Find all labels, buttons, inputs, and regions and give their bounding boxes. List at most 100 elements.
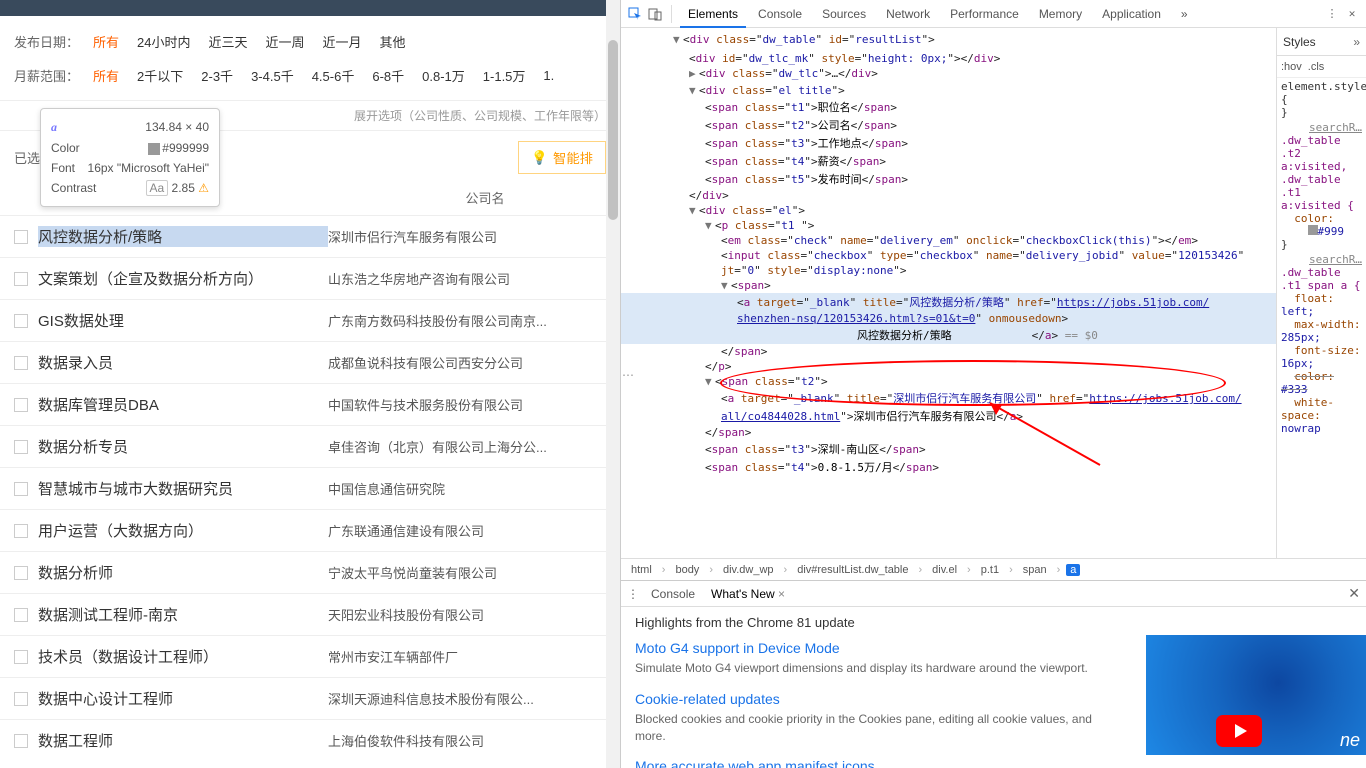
whatsnew-video[interactable]: ne bbox=[1146, 635, 1366, 755]
hov-toggle[interactable]: :hov bbox=[1281, 61, 1302, 73]
publish-opt[interactable]: 所有 bbox=[93, 32, 119, 51]
breadcrumb-item[interactable]: span bbox=[1019, 564, 1051, 576]
salary-opt[interactable]: 所有 bbox=[93, 66, 119, 85]
kebab-menu-icon[interactable]: ⋮ bbox=[627, 587, 639, 601]
close-tab-icon[interactable]: × bbox=[778, 587, 785, 601]
job-checkbox[interactable] bbox=[14, 314, 28, 328]
publish-opt[interactable]: 近一周 bbox=[266, 32, 305, 51]
salary-opt[interactable]: 2千以下 bbox=[137, 66, 183, 85]
job-title[interactable]: 数据库管理员DBA bbox=[38, 394, 328, 415]
job-company[interactable]: 成都鱼说科技有限公司西安分公司 bbox=[328, 353, 523, 372]
job-checkbox[interactable] bbox=[14, 734, 28, 748]
tab-elements[interactable]: Elements bbox=[680, 0, 746, 28]
elements-tree[interactable]: ▼<div class="dw_table" id="resultList"><… bbox=[621, 28, 1276, 558]
publish-opt[interactable]: 近一月 bbox=[323, 32, 362, 51]
job-row[interactable]: 文案策划（企宣及数据分析方向） 山东浩之华房地产咨询有限公司 bbox=[0, 257, 620, 299]
job-title[interactable]: 风控数据分析/策略 bbox=[38, 226, 328, 247]
job-company[interactable]: 广东联通通信建设有限公司 bbox=[328, 521, 484, 540]
job-checkbox[interactable] bbox=[14, 566, 28, 580]
job-row[interactable]: 技术员（数据设计工程师） 常州市安江车辆部件厂 bbox=[0, 635, 620, 677]
job-checkbox[interactable] bbox=[14, 398, 28, 412]
salary-opt[interactable]: 4.5-6千 bbox=[312, 66, 355, 85]
job-title[interactable]: 数据分析专员 bbox=[38, 436, 328, 457]
breadcrumb-item[interactable]: div.el bbox=[928, 564, 961, 576]
job-row[interactable]: 数据中心设计工程师 深圳天源迪科信息技术股份有限公... bbox=[0, 677, 620, 719]
job-title[interactable]: 文案策划（企宣及数据分析方向） bbox=[38, 268, 328, 289]
job-row[interactable]: 智慧城市与城市大数据研究员 中国信息通信研究院 bbox=[0, 467, 620, 509]
device-toggle-icon[interactable] bbox=[647, 6, 663, 22]
job-company[interactable]: 卓佳咨询（北京）有限公司上海分公... bbox=[328, 437, 547, 456]
play-icon[interactable] bbox=[1216, 715, 1262, 747]
salary-opt[interactable]: 6-8千 bbox=[372, 66, 404, 85]
salary-opt[interactable]: 0.8-1万 bbox=[422, 66, 465, 85]
kebab-menu-icon[interactable]: ⋮ bbox=[1324, 6, 1340, 22]
job-row[interactable]: 风控数据分析/策略 深圳市侣行汽车服务有限公司 bbox=[0, 215, 620, 257]
job-title[interactable]: 技术员（数据设计工程师） bbox=[38, 646, 328, 667]
job-title[interactable]: 数据分析师 bbox=[38, 562, 328, 583]
tab-memory[interactable]: Memory bbox=[1031, 0, 1090, 28]
breadcrumb-item[interactable]: div.dw_wp bbox=[719, 564, 778, 576]
job-checkbox[interactable] bbox=[14, 524, 28, 538]
tab-network[interactable]: Network bbox=[878, 0, 938, 28]
job-row[interactable]: 数据分析专员 卓佳咨询（北京）有限公司上海分公... bbox=[0, 425, 620, 467]
styles-tab[interactable]: Styles bbox=[1277, 28, 1322, 56]
scrollbar[interactable] bbox=[606, 0, 620, 768]
job-row[interactable]: 用户运营（大数据方向） 广东联通通信建设有限公司 bbox=[0, 509, 620, 551]
publish-opt[interactable]: 近三天 bbox=[209, 32, 248, 51]
job-title[interactable]: 数据中心设计工程师 bbox=[38, 688, 328, 709]
salary-opt[interactable]: 2-3千 bbox=[201, 66, 233, 85]
close-icon[interactable]: ✕ bbox=[1344, 6, 1360, 22]
job-title[interactable]: 数据录入员 bbox=[38, 352, 328, 373]
job-row[interactable]: 数据分析师 宁波太平鸟悦尚童装有限公司 bbox=[0, 551, 620, 593]
job-checkbox[interactable] bbox=[14, 692, 28, 706]
job-checkbox[interactable] bbox=[14, 230, 28, 244]
job-row[interactable]: 数据录入员 成都鱼说科技有限公司西安分公司 bbox=[0, 341, 620, 383]
salary-opt[interactable]: 1-1.5万 bbox=[483, 66, 526, 85]
breadcrumb-item[interactable]: body bbox=[671, 564, 703, 576]
salary-opt[interactable]: 1. bbox=[543, 68, 554, 83]
job-row[interactable]: GIS数据处理 广东南方数码科技股份有限公司南京... bbox=[0, 299, 620, 341]
job-title[interactable]: 数据测试工程师-南京 bbox=[38, 604, 328, 625]
job-row[interactable]: 数据工程师 上海伯俊软件科技有限公司 bbox=[0, 719, 620, 761]
job-company[interactable]: 深圳市侣行汽车服务有限公司 bbox=[328, 227, 497, 246]
job-row[interactable]: 数据测试工程师-南京 天阳宏业科技股份有限公司 bbox=[0, 593, 620, 635]
more-icon[interactable]: » bbox=[1347, 35, 1366, 49]
job-checkbox[interactable] bbox=[14, 482, 28, 496]
publish-opt[interactable]: 其他 bbox=[380, 32, 406, 51]
drawer-tab-console[interactable]: Console bbox=[647, 587, 699, 601]
dom-breadcrumb[interactable]: html›body›div.dw_wp›div#resultList.dw_ta… bbox=[621, 558, 1366, 580]
job-checkbox[interactable] bbox=[14, 650, 28, 664]
whatsnew-item[interactable]: Cookie-related updatesBlocked cookies an… bbox=[635, 691, 1115, 745]
salary-opt[interactable]: 3-4.5千 bbox=[251, 66, 294, 85]
job-company[interactable]: 中国软件与技术服务股份有限公司 bbox=[328, 395, 523, 414]
publish-opt[interactable]: 24小时内 bbox=[137, 32, 190, 51]
job-checkbox[interactable] bbox=[14, 440, 28, 454]
job-company[interactable]: 天阳宏业科技股份有限公司 bbox=[328, 605, 484, 624]
whatsnew-body[interactable]: Highlights from the Chrome 81 update Mot… bbox=[621, 607, 1366, 768]
job-checkbox[interactable] bbox=[14, 356, 28, 370]
job-company[interactable]: 中国信息通信研究院 bbox=[328, 479, 445, 498]
breadcrumb-item[interactable]: p.t1 bbox=[977, 564, 1003, 576]
job-checkbox[interactable] bbox=[14, 608, 28, 622]
job-title[interactable]: 用户运营（大数据方向） bbox=[38, 520, 328, 541]
job-title[interactable]: GIS数据处理 bbox=[38, 310, 328, 331]
more-tabs-icon[interactable]: » bbox=[1173, 0, 1196, 28]
tab-sources[interactable]: Sources bbox=[814, 0, 874, 28]
whatsnew-item[interactable]: Moto G4 support in Device ModeSimulate M… bbox=[635, 640, 1115, 677]
job-company[interactable]: 广东南方数码科技股份有限公司南京... bbox=[328, 311, 547, 330]
job-row[interactable]: 数据库管理员DBA 中国软件与技术服务股份有限公司 bbox=[0, 383, 620, 425]
job-company[interactable]: 常州市安江车辆部件厂 bbox=[328, 647, 458, 666]
job-title[interactable]: 智慧城市与城市大数据研究员 bbox=[38, 478, 328, 499]
close-drawer-icon[interactable]: ✕ bbox=[1348, 585, 1360, 602]
cls-toggle[interactable]: .cls bbox=[1308, 61, 1325, 73]
job-company[interactable]: 山东浩之华房地产咨询有限公司 bbox=[328, 269, 510, 288]
breadcrumb-item[interactable]: div#resultList.dw_table bbox=[793, 564, 912, 576]
styles-rules[interactable]: element.style {} searchR….dw_table .t2 a… bbox=[1277, 78, 1366, 558]
tab-application[interactable]: Application bbox=[1094, 0, 1169, 28]
inspect-icon[interactable] bbox=[627, 6, 643, 22]
job-company[interactable]: 宁波太平鸟悦尚童装有限公司 bbox=[328, 563, 497, 582]
job-checkbox[interactable] bbox=[14, 272, 28, 286]
whatsnew-item[interactable]: More accurate web app manifest icons bbox=[635, 758, 1115, 768]
job-company[interactable]: 上海伯俊软件科技有限公司 bbox=[328, 731, 484, 750]
breadcrumb-item[interactable]: a bbox=[1066, 564, 1080, 576]
